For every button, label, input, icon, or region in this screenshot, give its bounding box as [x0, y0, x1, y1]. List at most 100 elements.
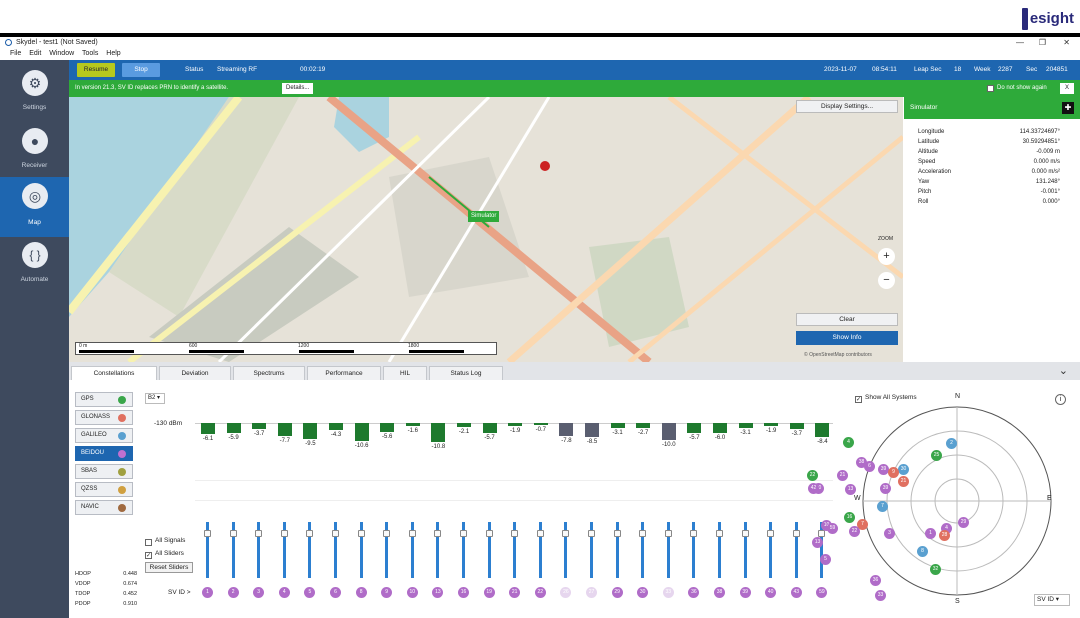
skyplot-satellite[interactable]: 32	[930, 564, 941, 575]
power-slider-handle[interactable]	[485, 530, 493, 537]
sv-id-badge[interactable]: 6	[330, 587, 341, 598]
details-button[interactable]: Details...	[282, 83, 314, 94]
power-slider-handle[interactable]	[741, 530, 749, 537]
power-slider-handle[interactable]	[332, 530, 339, 537]
constellation-galileo-button[interactable]: GALILEO	[75, 428, 133, 443]
constellation-glonass-button[interactable]: GLONASS	[75, 410, 133, 425]
info-icon[interactable]: i	[1055, 394, 1066, 405]
menu-tools[interactable]: Tools	[82, 50, 98, 57]
power-slider-handle[interactable]	[255, 530, 263, 537]
sv-id-badge[interactable]: 36	[688, 587, 700, 598]
skyplot-satellite[interactable]: 2	[946, 438, 957, 449]
skyplot-satellite[interactable]: 7	[877, 501, 888, 512]
tab-spectrums[interactable]: Spectrums	[233, 366, 305, 380]
minimize-icon[interactable]: —	[1016, 37, 1024, 48]
sv-id-badge[interactable]: 30	[637, 587, 649, 598]
show-all-systems-checkbox[interactable]: ✓	[855, 396, 862, 403]
sv-id-badge[interactable]: 22	[534, 587, 546, 598]
sv-id-badge[interactable]: 13	[432, 587, 444, 598]
sv-id-badge[interactable]: 10	[406, 587, 418, 598]
tab-performance[interactable]: Performance	[307, 366, 381, 380]
sv-id-badge[interactable]: 1	[202, 587, 213, 598]
skyplot-satellite[interactable]: 30	[898, 464, 909, 475]
sv-id-badge[interactable]: 5	[304, 587, 316, 598]
sv-id-badge[interactable]: 21	[509, 587, 521, 598]
close-banner-button[interactable]: X	[1060, 83, 1074, 94]
show-info-button[interactable]: Show Info	[796, 331, 898, 345]
power-slider-handle[interactable]	[229, 530, 237, 537]
maximize-icon[interactable]: ❐	[1039, 37, 1046, 48]
menu-file[interactable]: File	[10, 50, 21, 57]
simulator-marker[interactable]: Simulator	[468, 211, 500, 222]
display-settings-button[interactable]: Display Settings...	[796, 100, 898, 113]
zoom-in-button[interactable]: +	[878, 248, 895, 265]
map-view[interactable]: Simulator Display Settings... ZOOM + − C…	[69, 97, 903, 362]
skyplot-satellite[interactable]: 21	[898, 476, 909, 487]
power-slider-handle[interactable]	[536, 530, 544, 537]
power-slider-handle[interactable]	[767, 530, 775, 537]
sv-id-badge[interactable]: 2	[227, 587, 239, 598]
skyplot-satellite[interactable]: 22	[849, 526, 860, 537]
power-slider-handle[interactable]	[690, 530, 698, 537]
power-slider-handle[interactable]	[716, 530, 723, 537]
resume-button[interactable]: Resume	[77, 63, 115, 77]
constellation-navic-button[interactable]: NAVIC	[75, 500, 133, 515]
skyplot-satellite[interactable]: 3	[884, 528, 895, 539]
skyplot-satellite[interactable]: 13	[845, 484, 856, 495]
skyplot-satellite[interactable]: 29	[958, 517, 969, 528]
tab-deviation[interactable]: Deviation	[159, 366, 231, 380]
sv-id-badge[interactable]: 4	[278, 587, 290, 598]
sv-id-badge[interactable]: 39	[739, 587, 751, 598]
power-slider-handle[interactable]	[434, 530, 442, 537]
power-slider-handle[interactable]	[383, 530, 391, 537]
power-slider-handle[interactable]	[562, 530, 570, 537]
skyplot-satellite[interactable]: 33	[875, 590, 886, 601]
sv-id-badge[interactable]: 33	[662, 587, 674, 598]
all-signals-checkbox[interactable]	[145, 539, 152, 546]
skyplot-satellite[interactable]: 5	[820, 554, 831, 565]
stop-button[interactable]: Stop	[122, 63, 160, 77]
all-sliders-checkbox[interactable]: ✓	[145, 552, 152, 559]
power-slider-handle[interactable]	[792, 530, 800, 537]
reset-sliders-button[interactable]: Reset Sliders	[145, 562, 193, 573]
sv-id-badge[interactable]: 19	[483, 587, 495, 598]
signal-select[interactable]: B2 ▾	[145, 393, 165, 404]
sv-id-badge[interactable]: 16	[458, 587, 469, 598]
sidebar-item-receiver[interactable]: ● Receiver	[0, 122, 69, 178]
sidebar-item-map[interactable]: ◎ Map	[0, 177, 69, 237]
skyplot-satellite[interactable]: 6	[864, 461, 875, 472]
skyplot-satellite[interactable]: 16	[844, 512, 855, 523]
power-slider-handle[interactable]	[460, 530, 467, 537]
constellation-gps-button[interactable]: GPS	[75, 392, 133, 407]
sv-id-badge[interactable]: 38	[714, 587, 725, 598]
sv-id-badge[interactable]: 9	[381, 587, 393, 598]
zoom-out-button[interactable]: −	[878, 272, 895, 289]
skyplot-satellite[interactable]: 1	[925, 528, 936, 539]
close-icon[interactable]: ✕	[1063, 37, 1070, 48]
sv-id-badge[interactable]: 59	[816, 587, 828, 598]
skyplot-satellite[interactable]: 36	[870, 575, 881, 586]
power-slider-handle[interactable]	[588, 530, 595, 537]
menu-window[interactable]: Window	[49, 50, 74, 57]
skyplot-satellite[interactable]: 59	[827, 523, 838, 534]
power-slider-handle[interactable]	[357, 530, 365, 537]
power-slider-handle[interactable]	[306, 530, 314, 537]
menu-help[interactable]: Help	[106, 50, 120, 57]
skyplot-satellite[interactable]: 9	[888, 467, 899, 478]
skyplot-satellite[interactable]: 22	[807, 470, 818, 481]
skyplot-satellite[interactable]: 13	[812, 537, 823, 548]
skyplot-satellite[interactable]: 21	[837, 470, 848, 481]
tab-hil[interactable]: HIL	[383, 366, 427, 380]
power-slider-handle[interactable]	[280, 530, 288, 537]
crosshair-icon[interactable]: ✚	[1062, 102, 1074, 114]
sv-id-badge[interactable]: 27	[586, 587, 597, 598]
power-slider-handle[interactable]	[664, 530, 672, 537]
power-slider-handle[interactable]	[818, 530, 826, 537]
tab-constellations[interactable]: Constellations	[71, 366, 157, 380]
sv-id-select[interactable]: SV ID ▾	[1034, 594, 1070, 606]
constellation-beidou-button[interactable]: BEIDOU	[75, 446, 133, 461]
sv-id-badge[interactable]: 26	[560, 587, 572, 598]
sv-id-badge[interactable]: 29	[611, 587, 623, 598]
power-slider-handle[interactable]	[613, 530, 621, 537]
skyplot-satellite[interactable]: 42	[808, 483, 819, 494]
